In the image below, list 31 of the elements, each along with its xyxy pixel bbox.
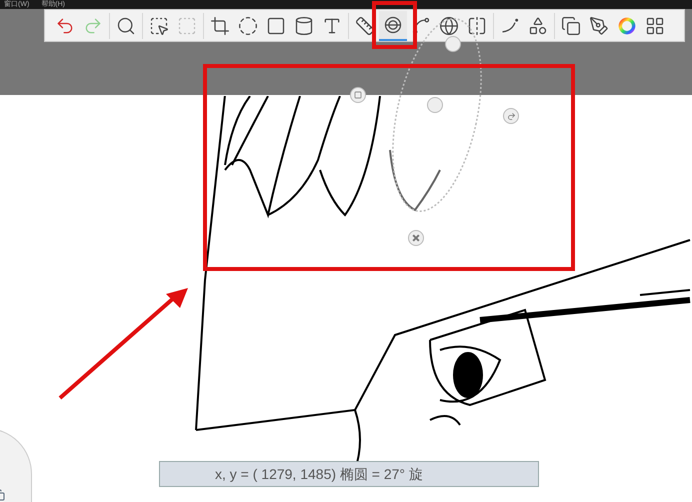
ruler-icon [355, 16, 375, 36]
undo-icon [55, 16, 75, 36]
ellipse-stroke [389, 150, 441, 211]
copy-icon [561, 16, 581, 36]
close-icon [412, 234, 420, 242]
search-icon [116, 16, 136, 36]
text-icon [322, 16, 342, 36]
dashed-circle-icon [238, 16, 258, 36]
grid-icon [645, 16, 665, 36]
rotate-icon [506, 112, 516, 120]
rotate-handle[interactable] [503, 108, 519, 124]
pen-nib-icon [589, 16, 609, 36]
shapes-icon [528, 16, 548, 36]
close-button[interactable] [408, 230, 424, 246]
selection-pointer-icon [149, 16, 169, 36]
ellipse-tool[interactable] [379, 10, 407, 40]
center-handle[interactable] [427, 97, 443, 113]
handle[interactable] [350, 87, 366, 103]
status-text: x, y = ( 1279, 1485) 椭圆 = 27° 旋 [215, 464, 423, 484]
highlight-frame [372, 1, 417, 49]
dashed-square-icon [177, 16, 197, 36]
stroke-icon [500, 16, 520, 36]
grid-globe-icon [439, 16, 459, 36]
ellipse-icon [383, 14, 403, 34]
symmetry-icon [467, 16, 487, 36]
crop-icon [210, 16, 230, 36]
redo-icon [83, 16, 103, 36]
color-wheel-icon [617, 16, 637, 36]
square-icon [354, 91, 362, 99]
cylinder-icon [294, 16, 314, 36]
square-icon [266, 16, 286, 36]
